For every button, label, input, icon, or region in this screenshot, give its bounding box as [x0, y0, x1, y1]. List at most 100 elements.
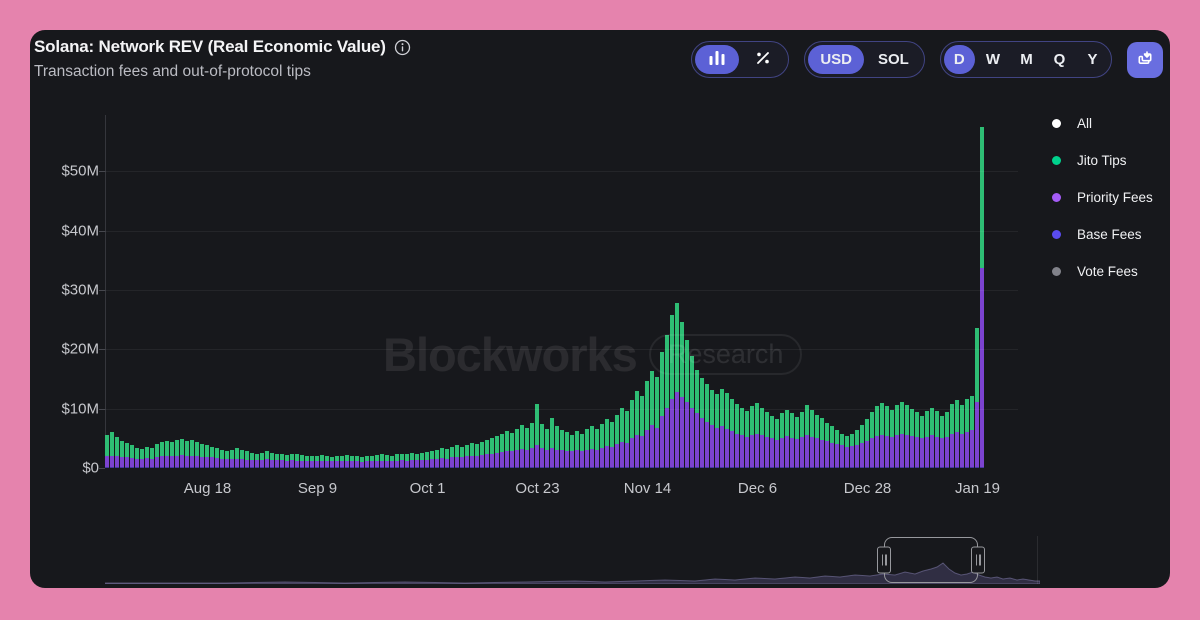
bar[interactable]	[140, 449, 144, 468]
bar[interactable]	[690, 356, 694, 468]
timeframe-m-button[interactable]: M	[1011, 45, 1042, 74]
bar[interactable]	[525, 428, 529, 468]
bar[interactable]	[160, 442, 164, 468]
bar[interactable]	[545, 429, 549, 468]
bar[interactable]	[120, 441, 124, 468]
bar[interactable]	[200, 444, 204, 468]
bar[interactable]	[935, 411, 939, 468]
bar[interactable]	[265, 451, 269, 468]
bar[interactable]	[865, 419, 869, 468]
bar[interactable]	[255, 454, 259, 468]
bar[interactable]	[715, 394, 719, 468]
bar[interactable]	[570, 435, 574, 468]
bar[interactable]	[555, 426, 559, 468]
bar[interactable]	[710, 390, 714, 468]
bar[interactable]	[440, 448, 444, 468]
bar[interactable]	[235, 448, 239, 468]
bar[interactable]	[270, 453, 274, 468]
bar[interactable]	[870, 412, 874, 468]
bar[interactable]	[485, 440, 489, 468]
bar[interactable]	[540, 424, 544, 468]
bar[interactable]	[385, 455, 389, 468]
bar[interactable]	[585, 429, 589, 468]
timeframe-d-button[interactable]: D	[944, 45, 975, 74]
bar[interactable]	[280, 454, 284, 468]
bar[interactable]	[980, 127, 984, 468]
bar[interactable]	[305, 456, 309, 468]
bar[interactable]	[480, 442, 484, 468]
currency-sol-button[interactable]: SOL	[866, 45, 921, 74]
bar[interactable]	[145, 447, 149, 468]
bar[interactable]	[780, 413, 784, 468]
info-icon[interactable]	[394, 39, 411, 56]
bar[interactable]	[745, 411, 749, 468]
bar[interactable]	[695, 370, 699, 468]
bar[interactable]	[890, 410, 894, 468]
timeframe-y-button[interactable]: Y	[1077, 45, 1108, 74]
legend-item-priority-fees[interactable]: Priority Fees	[1052, 186, 1153, 208]
bar[interactable]	[775, 419, 779, 468]
bar[interactable]	[505, 431, 509, 468]
legend-item-jito-tips[interactable]: Jito Tips	[1052, 149, 1153, 171]
bar[interactable]	[755, 403, 759, 468]
bar[interactable]	[340, 456, 344, 468]
bar[interactable]	[510, 433, 514, 468]
bar[interactable]	[705, 384, 709, 468]
chart-plot-area[interactable]: Blockworks Research Aug 18Sep 9Oct 1Oct …	[30, 115, 1040, 468]
bar[interactable]	[605, 419, 609, 468]
bar[interactable]	[225, 451, 229, 468]
bar[interactable]	[405, 454, 409, 468]
bar[interactable]	[635, 391, 639, 468]
export-button[interactable]	[1127, 42, 1163, 78]
bar[interactable]	[535, 404, 539, 468]
bar[interactable]	[750, 406, 754, 468]
bar[interactable]	[905, 405, 909, 468]
bar[interactable]	[105, 435, 109, 468]
bar[interactable]	[645, 381, 649, 468]
bar[interactable]	[530, 423, 534, 468]
bar[interactable]	[250, 453, 254, 468]
bar[interactable]	[590, 426, 594, 468]
bar[interactable]	[110, 432, 114, 468]
bar[interactable]	[325, 456, 329, 468]
bar[interactable]	[675, 303, 679, 468]
bar[interactable]	[400, 454, 404, 468]
range-navigator[interactable]	[105, 536, 1040, 584]
bar[interactable]	[215, 448, 219, 468]
bar[interactable]	[795, 417, 799, 468]
bar[interactable]	[240, 450, 244, 468]
bar[interactable]	[900, 402, 904, 468]
bar[interactable]	[450, 447, 454, 468]
bar[interactable]	[660, 352, 664, 468]
bar[interactable]	[190, 440, 194, 468]
bar[interactable]	[430, 451, 434, 468]
bar[interactable]	[155, 444, 159, 468]
bar[interactable]	[470, 443, 474, 468]
bar[interactable]	[720, 389, 724, 468]
bar[interactable]	[805, 405, 809, 468]
bar[interactable]	[850, 434, 854, 468]
bar[interactable]	[970, 396, 974, 468]
bar[interactable]	[320, 455, 324, 468]
bar[interactable]	[815, 415, 819, 468]
bar[interactable]	[910, 409, 914, 468]
bar[interactable]	[575, 431, 579, 468]
bar[interactable]	[180, 439, 184, 468]
bar[interactable]	[520, 425, 524, 468]
bar[interactable]	[415, 454, 419, 468]
bar[interactable]	[565, 432, 569, 468]
bar[interactable]	[290, 454, 294, 468]
bar[interactable]	[345, 455, 349, 468]
bar[interactable]	[625, 411, 629, 468]
bar[interactable]	[620, 408, 624, 469]
bar[interactable]	[895, 405, 899, 468]
bar[interactable]	[875, 406, 879, 468]
bar[interactable]	[945, 412, 949, 468]
bar[interactable]	[245, 451, 249, 468]
bar[interactable]	[960, 405, 964, 468]
bar[interactable]	[860, 425, 864, 468]
navigator-selection-window[interactable]	[884, 537, 978, 583]
currency-usd-button[interactable]: USD	[808, 45, 864, 74]
bar[interactable]	[210, 447, 214, 468]
bar[interactable]	[765, 412, 769, 468]
